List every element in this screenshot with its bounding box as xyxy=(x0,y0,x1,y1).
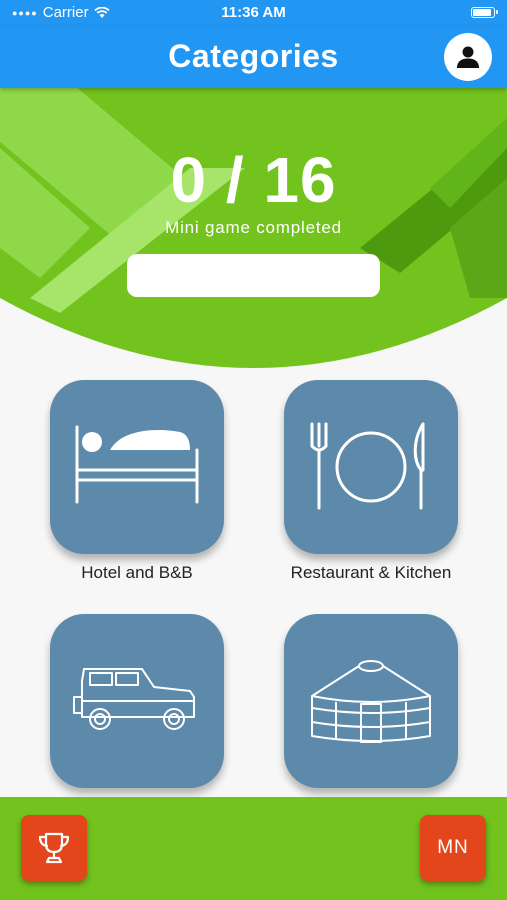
user-initials-button[interactable]: MN xyxy=(420,815,486,881)
completed-count: 0 / 16 xyxy=(170,144,337,216)
category-label-restaurant: Restaurant & Kitchen xyxy=(290,563,452,582)
profile-button[interactable] xyxy=(444,33,492,81)
trophy-icon xyxy=(38,832,70,864)
battery-icon xyxy=(471,7,498,18)
clock: 11:36 AM xyxy=(221,4,286,21)
bottom-bar: MN xyxy=(0,797,507,900)
person-icon xyxy=(457,46,479,68)
progress-hero: 0 / 16 Mini game completed xyxy=(0,88,507,370)
jeep-icon xyxy=(73,668,195,730)
category-tile-restaurant[interactable] xyxy=(284,380,458,554)
yurt-icon xyxy=(311,660,431,743)
category-tile-hotel[interactable] xyxy=(50,380,224,554)
bed-icon xyxy=(75,425,199,504)
category-tile-transport[interactable] xyxy=(50,614,224,788)
progress-caption: Mini game completed xyxy=(165,218,342,237)
category-tile-accommodation[interactable] xyxy=(284,614,458,788)
plate-cutlery-icon xyxy=(310,422,425,510)
status-bar: ●●●● Carrier 11:36 AM xyxy=(0,0,507,26)
achievements-button[interactable] xyxy=(21,815,87,881)
page-title: Categories xyxy=(168,38,339,74)
progress-bar xyxy=(127,254,380,297)
category-label-hotel: Hotel and B&B xyxy=(81,563,193,582)
navigation-bar: Categories xyxy=(0,26,507,88)
